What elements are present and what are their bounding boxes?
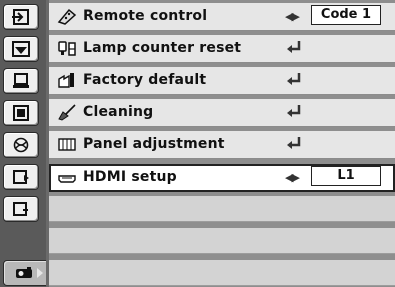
left-right-arrows-icon[interactable]: ◀▶ bbox=[285, 171, 300, 184]
picture-adjust-icon[interactable] bbox=[3, 36, 39, 62]
enter-icon[interactable] bbox=[285, 135, 303, 151]
empty-menu-row bbox=[49, 196, 395, 222]
menu-item-cleaning[interactable]: Cleaning bbox=[49, 99, 395, 127]
expand-icon[interactable] bbox=[3, 196, 39, 222]
menu-item-label: HDMI setup bbox=[83, 169, 177, 185]
menu-item-factory-default[interactable]: Factory default bbox=[49, 67, 395, 95]
remote-icon bbox=[57, 8, 77, 25]
menu-item-label: Lamp counter reset bbox=[83, 40, 242, 56]
projector-osd: Remote control ◀▶ Code 1 ↑ Lamp counter … bbox=[0, 0, 395, 287]
menu-item-label: Cleaning bbox=[83, 104, 154, 120]
image-select-icon[interactable] bbox=[3, 100, 39, 126]
menu-item-panel-adjustment[interactable]: Panel adjustment bbox=[49, 131, 395, 159]
factory-icon bbox=[57, 72, 77, 89]
sidebar-selected-arrow-icon bbox=[37, 268, 43, 278]
setting-icon[interactable] bbox=[3, 164, 39, 190]
menu-item-lamp-counter-reset[interactable]: Lamp counter reset bbox=[49, 35, 395, 63]
remote-control-value[interactable]: Code 1 bbox=[311, 5, 381, 25]
panel-icon bbox=[57, 136, 77, 153]
left-right-arrows-icon[interactable]: ◀▶ bbox=[285, 10, 300, 23]
enter-icon[interactable] bbox=[285, 39, 303, 55]
menu-item-label: Factory default bbox=[83, 72, 207, 88]
sidebar bbox=[0, 0, 47, 287]
menu-item-remote-control[interactable]: Remote control ◀▶ Code 1 ↑ bbox=[49, 3, 395, 31]
enter-icon[interactable] bbox=[285, 103, 303, 119]
menu-item-label: Remote control bbox=[83, 8, 208, 24]
color-adjust-icon[interactable] bbox=[3, 132, 39, 158]
hdmi-icon bbox=[57, 170, 77, 187]
lamp-icon bbox=[57, 40, 77, 57]
empty-menu-row bbox=[49, 228, 395, 254]
input-icon[interactable] bbox=[3, 4, 39, 30]
empty-menu-row bbox=[49, 260, 395, 286]
menu-item-label: Panel adjustment bbox=[83, 136, 225, 152]
cleaning-icon bbox=[57, 104, 77, 121]
enter-icon[interactable] bbox=[285, 71, 303, 87]
screen-icon[interactable] bbox=[3, 68, 39, 94]
menu-item-hdmi-setup[interactable]: HDMI setup ◀▶ L1 bbox=[49, 164, 395, 192]
hdmi-setup-value[interactable]: L1 bbox=[311, 166, 381, 186]
